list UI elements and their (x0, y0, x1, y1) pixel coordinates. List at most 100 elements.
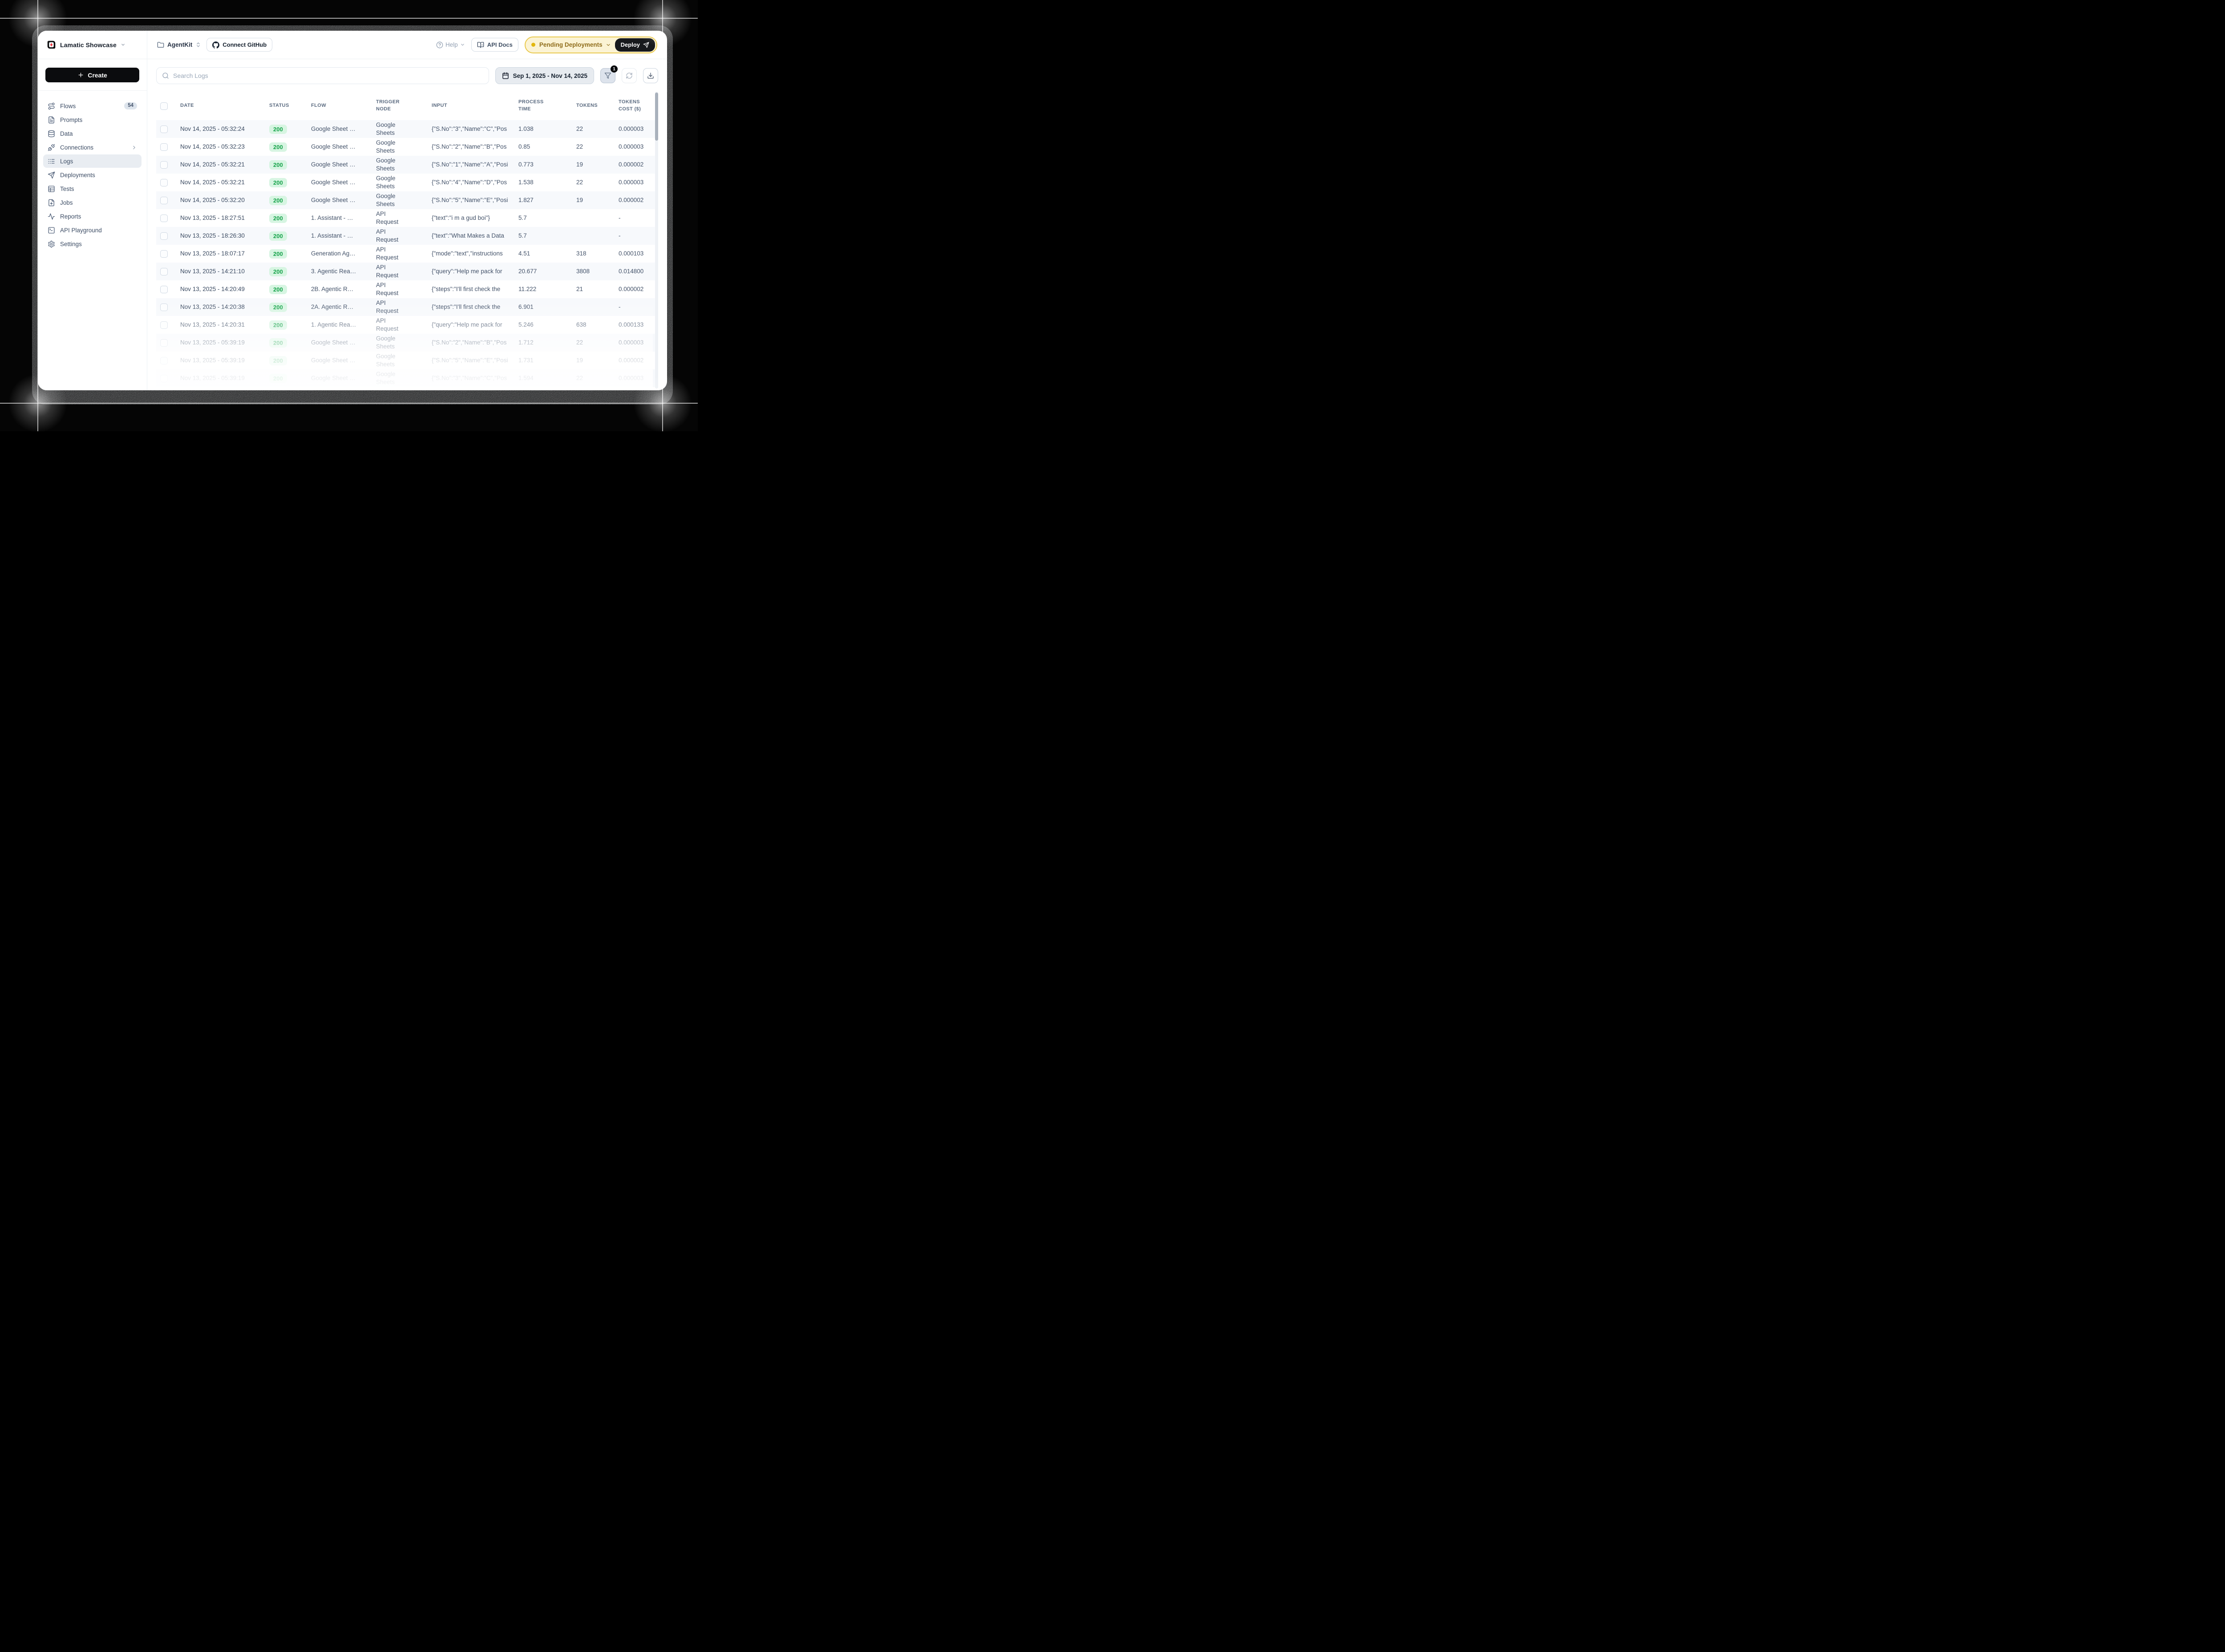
column-header-tokens[interactable]: Tokens (572, 102, 614, 109)
logs-icon (48, 158, 55, 165)
row-checkbox[interactable] (160, 304, 168, 311)
workspace-switcher[interactable]: Lamatic Showcase (38, 31, 147, 59)
select-all-checkbox[interactable] (160, 102, 168, 110)
cell-flow: 2A. Agentic R… (307, 303, 372, 311)
api-docs-icon (477, 41, 484, 49)
sidebar-item-connections[interactable]: Connections (43, 141, 142, 154)
cell-flow: 3. Agentic Rea… (307, 267, 372, 275)
cell-flow: Google Sheet … (307, 143, 372, 151)
row-checkbox[interactable] (160, 143, 168, 151)
table-row[interactable]: Nov 13, 2025 - 14:21:10 200 3. Agentic R… (156, 263, 658, 280)
create-button[interactable]: Create (45, 68, 139, 82)
sidebar-item-data[interactable]: Data (43, 127, 142, 140)
pending-deployments-dropdown[interactable]: Pending Deployments Deploy (525, 36, 657, 53)
row-checkbox[interactable] (160, 286, 168, 293)
cell-trigger-node: API Request (372, 210, 427, 226)
sidebar-item-reports[interactable]: Reports (43, 210, 142, 223)
table-row[interactable]: Nov 13, 2025 - 14:20:38 200 2A. Agentic … (156, 298, 658, 316)
cell-status: 200 (265, 249, 307, 259)
column-header-flow[interactable]: Flow (307, 102, 372, 109)
sidebar-item-settings[interactable]: Settings (43, 237, 142, 251)
row-checkbox[interactable] (160, 179, 168, 186)
table-row[interactable]: Nov 13, 2025 - 18:27:51 200 1. Assistant… (156, 209, 658, 227)
sidebar-item-jobs[interactable]: Jobs (43, 196, 142, 209)
table-scrollbar-thumb[interactable] (655, 93, 658, 141)
funnel-icon (604, 72, 611, 79)
sidebar-item-deployments[interactable]: Deployments (43, 168, 142, 182)
cell-tokens-cost: - (614, 303, 658, 311)
search-logs-input[interactable] (173, 72, 483, 79)
cell-tokens: 638 (572, 321, 614, 329)
connect-github-button[interactable]: Connect GitHub (206, 38, 272, 52)
table-header-row: DateStatusFlowTrigger NodeInputProcess T… (156, 92, 658, 120)
api-docs-button[interactable]: API Docs (471, 38, 518, 52)
column-header-input[interactable]: Input (427, 102, 514, 109)
download-button[interactable] (643, 68, 658, 83)
status-badge: 200 (269, 285, 287, 294)
route-icon (48, 102, 55, 110)
sidebar-item-tests[interactable]: Tests (43, 182, 142, 195)
row-checkbox[interactable] (160, 268, 168, 275)
cell-status: 200 (265, 374, 307, 383)
refresh-button[interactable] (622, 68, 637, 83)
cell-date: Nov 13, 2025 - 18:27:51 (176, 214, 265, 222)
row-checkbox[interactable] (160, 321, 168, 329)
chevron-right-icon (131, 145, 137, 150)
table-row[interactable]: Nov 13, 2025 - 05:39:19 200 Google Sheet… (156, 334, 658, 352)
cell-status: 200 (265, 196, 307, 205)
sidebar-item-flows[interactable]: Flows54 (43, 99, 142, 113)
table-row[interactable]: Nov 14, 2025 - 05:32:23 200 Google Sheet… (156, 138, 658, 156)
table-row[interactable]: Nov 13, 2025 - 05:39:19 200 Google Sheet… (156, 369, 658, 387)
table-row[interactable]: Nov 14, 2025 - 05:32:20 200 Google Sheet… (156, 191, 658, 209)
row-checkbox[interactable] (160, 339, 168, 347)
row-checkbox[interactable] (160, 126, 168, 133)
table-row[interactable]: Nov 13, 2025 - 18:07:17 200 Generation A… (156, 245, 658, 263)
table-icon (48, 185, 55, 193)
cell-flow: Google Sheet … (307, 356, 372, 364)
date-range-button[interactable]: Sep 1, 2025 - Nov 14, 2025 (495, 67, 594, 84)
cell-status: 200 (265, 231, 307, 241)
project-selector[interactable]: AgentKit (157, 41, 201, 49)
cell-trigger-node: API Request (372, 317, 427, 333)
table-row[interactable]: Nov 13, 2025 - 18:26:30 200 1. Assistant… (156, 227, 658, 245)
row-checkbox[interactable] (160, 375, 168, 382)
deploy-button[interactable]: Deploy (615, 38, 655, 52)
github-icon (212, 41, 219, 49)
cell-tokens-cost: 0.014800 (614, 267, 658, 275)
row-checkbox[interactable] (160, 250, 168, 258)
row-checkbox[interactable] (160, 215, 168, 222)
cell-flow: Google Sheet … (307, 161, 372, 169)
table-row[interactable]: Nov 13, 2025 - 14:20:49 200 2B. Agentic … (156, 280, 658, 298)
sidebar-item-label: API Playground (60, 227, 102, 234)
cell-status: 200 (265, 142, 307, 152)
table-row[interactable]: Nov 14, 2025 - 05:32:21 200 Google Sheet… (156, 174, 658, 191)
table-row[interactable]: Nov 13, 2025 - 14:20:31 200 1. Agentic R… (156, 316, 658, 334)
table-row[interactable]: Nov 14, 2025 - 05:32:21 200 Google Sheet… (156, 156, 658, 174)
sidebar-item-logs[interactable]: Logs (43, 154, 142, 168)
table-row[interactable]: Nov 14, 2025 - 05:32:24 200 Google Sheet… (156, 120, 658, 138)
cell-trigger-node: Google Sheets (372, 352, 427, 368)
cell-process-time: 1.038 (514, 125, 572, 133)
column-header-tokens-cost-[interactable]: Tokens Cost ($) (614, 99, 658, 113)
filter-button[interactable]: 1 (600, 68, 615, 83)
row-checkbox[interactable] (160, 357, 168, 364)
row-checkbox[interactable] (160, 197, 168, 204)
table-row[interactable]: Nov 13, 2025 - 05:39:19 200 Google Sheet… (156, 352, 658, 369)
cell-trigger-node: Google Sheets (372, 335, 427, 351)
column-header-trigger-node[interactable]: Trigger Node (372, 99, 427, 113)
column-header-process-time[interactable]: Process Time (514, 99, 572, 113)
calendar-icon (502, 72, 509, 79)
status-badge: 200 (269, 303, 287, 312)
sidebar-item-prompts[interactable]: Prompts (43, 113, 142, 126)
column-header-date[interactable]: Date (176, 102, 265, 109)
cell-tokens-cost: 0.000003 (614, 125, 658, 133)
send-icon (643, 42, 649, 48)
row-checkbox[interactable] (160, 232, 168, 240)
row-checkbox[interactable] (160, 161, 168, 169)
project-name: AgentKit (167, 41, 192, 48)
column-header-status[interactable]: Status (265, 102, 307, 109)
sidebar-item-api-playground[interactable]: API Playground (43, 223, 142, 237)
help-menu[interactable]: Help (436, 41, 465, 49)
table-scrollbar[interactable] (655, 92, 658, 389)
cell-tokens-cost: 0.000003 (614, 374, 658, 382)
